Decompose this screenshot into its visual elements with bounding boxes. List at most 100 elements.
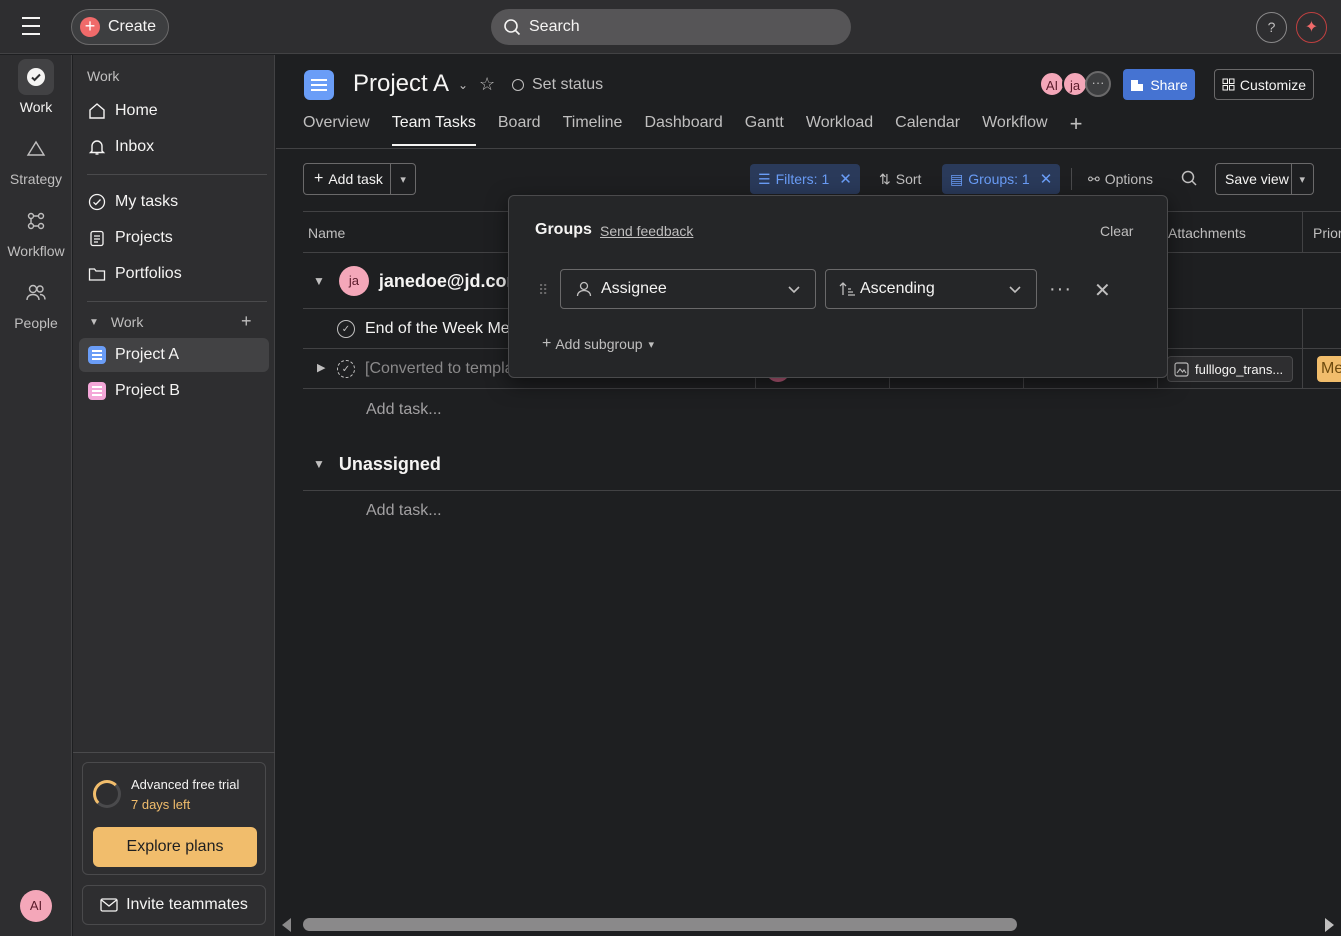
star-icon[interactable]: ☆ [479, 74, 495, 95]
sort-button[interactable]: ⇅ Sort [871, 164, 929, 194]
customize-label: Customize [1239, 76, 1307, 93]
customize-button[interactable]: Customize [1214, 69, 1314, 100]
avatar[interactable]: AI [20, 890, 52, 922]
sidebar-item-project-b[interactable]: Project B [79, 374, 269, 408]
rail-item-strategy[interactable]: Strategy [0, 131, 72, 187]
tab-workflow[interactable]: Workflow [982, 114, 1048, 148]
column-header-priority[interactable]: Prior [1313, 225, 1341, 241]
share-button[interactable]: Share [1123, 69, 1195, 100]
add-task-inline[interactable]: Add task... [366, 401, 442, 419]
page-title[interactable]: Project A [353, 70, 449, 98]
scrollbar-thumb[interactable] [303, 918, 1017, 931]
group-field-select[interactable]: Assignee [560, 269, 816, 309]
add-project-icon[interactable]: + [241, 311, 252, 332]
check-circle-icon [18, 59, 54, 95]
sidebar-item-inbox[interactable]: Inbox [79, 130, 269, 164]
search-icon[interactable] [1181, 170, 1198, 190]
caret-right-icon[interactable]: ▶ [317, 361, 325, 374]
drag-handle-icon[interactable]: ⠿ [538, 282, 548, 299]
group-title: janedoe@jd.cor [378, 270, 514, 291]
send-feedback-link[interactable]: Send feedback [600, 223, 693, 239]
close-icon[interactable]: ✕ [839, 170, 852, 188]
grid-icon [1222, 78, 1235, 91]
attachment-chip[interactable]: fulllogo_trans... [1167, 356, 1293, 382]
save-view-button[interactable]: Save view [1216, 164, 1292, 194]
work-group-label: Work [110, 314, 144, 330]
divider [87, 301, 267, 302]
options-button[interactable]: ⚯ Options [1080, 164, 1161, 194]
horizontal-scrollbar[interactable] [276, 913, 1341, 936]
image-icon [1174, 361, 1189, 377]
rail-label: Workflow [7, 243, 65, 259]
rail-item-workflow[interactable]: Workflow [0, 203, 72, 259]
task-name[interactable]: End of the Week Mee [365, 320, 519, 338]
scroll-left-icon[interactable] [282, 918, 291, 932]
group-header[interactable]: ▼ ja janedoe@jd.cor [303, 254, 513, 308]
close-icon[interactable]: ✕ [1040, 170, 1053, 188]
tab-timeline[interactable]: Timeline [563, 114, 623, 148]
task-name[interactable]: [Converted to templa [365, 360, 514, 378]
group-order-select[interactable]: Ascending [825, 269, 1037, 309]
sidebar-item-projects[interactable]: Projects [79, 221, 269, 255]
rail-item-people[interactable]: People [0, 275, 72, 331]
add-tab-icon[interactable]: + [1070, 113, 1083, 148]
triangle-icon [18, 131, 54, 167]
tab-dashboard[interactable]: Dashboard [644, 114, 722, 148]
tab-workload[interactable]: Workload [806, 114, 873, 148]
template-check-icon[interactable]: ✓ [337, 360, 355, 378]
chevron-down-icon[interactable]: ▾ [391, 173, 415, 186]
add-task-button[interactable]: + Add task [304, 164, 392, 194]
search-input[interactable]: Search [491, 9, 851, 45]
workflow-icon [18, 203, 54, 239]
project-icon[interactable] [304, 70, 334, 100]
explore-plans-button[interactable]: Explore plans [93, 827, 257, 867]
menu-icon[interactable] [22, 17, 50, 37]
set-status-button[interactable]: Set status [512, 76, 603, 94]
column-header-name[interactable]: Name [308, 225, 345, 241]
sidebar-item-portfolios[interactable]: Portfolios [79, 257, 269, 291]
top-bar: + Create Search ? ✦ [0, 0, 1341, 54]
groups-chip[interactable]: ▤ Groups: 1 ✕ [942, 164, 1061, 194]
add-subgroup-button[interactable]: + Add subgroup ▾ [542, 335, 654, 353]
plus-icon: + [314, 170, 324, 187]
group-header[interactable]: ▼ Unassigned [303, 437, 441, 491]
add-task-label: Add task [328, 171, 383, 187]
scroll-right-icon[interactable] [1325, 918, 1334, 932]
check-circle-icon[interactable]: ✓ [337, 320, 355, 338]
more-options-icon[interactable]: ··· [1049, 278, 1072, 301]
help-button[interactable]: ? [1256, 12, 1287, 43]
chevron-down-icon[interactable]: ▾ [1292, 173, 1314, 186]
chevron-down-icon [787, 282, 801, 301]
tab-calendar[interactable]: Calendar [895, 114, 960, 148]
trial-title: Advanced free trial [131, 777, 240, 792]
building-icon [1131, 79, 1144, 91]
divider [73, 752, 275, 753]
sidebar-item-home[interactable]: Home [79, 94, 269, 128]
chevron-down-icon [1008, 282, 1022, 301]
work-group-toggle[interactable]: ▼ Work [89, 314, 143, 330]
sparkle-icon[interactable]: ✦ [1296, 12, 1327, 43]
chevron-down-icon[interactable]: ⌄ [458, 78, 468, 92]
more-members-icon[interactable]: ··· [1085, 71, 1111, 97]
tab-team-tasks[interactable]: Team Tasks [391, 114, 477, 148]
rail-item-work[interactable]: Work [0, 59, 72, 115]
sidebar-item-project-a[interactable]: Project A [79, 338, 269, 372]
add-task-inline[interactable]: Add task... [366, 502, 442, 520]
clear-button[interactable]: Clear [1100, 223, 1133, 239]
close-icon[interactable]: ✕ [1094, 278, 1111, 303]
invite-teammates-button[interactable]: Invite teammates [82, 885, 266, 925]
filter-icon: ☰ [758, 170, 771, 187]
divider [303, 490, 1341, 491]
tab-board[interactable]: Board [498, 114, 541, 148]
sort-label: Sort [895, 171, 922, 187]
tab-gantt[interactable]: Gantt [745, 114, 784, 148]
create-button[interactable]: + Create [71, 9, 169, 45]
home-icon [87, 101, 107, 121]
column-header-attachments[interactable]: Attachments [1168, 225, 1246, 241]
sidebar-item-my-tasks[interactable]: My tasks [79, 185, 269, 219]
tab-overview[interactable]: Overview [303, 114, 370, 148]
attachment-name: fulllogo_trans... [1195, 361, 1284, 377]
priority-badge[interactable]: Me [1317, 356, 1341, 382]
popover-title: Groups [535, 221, 592, 238]
filters-chip[interactable]: ☰ Filters: 1 ✕ [750, 164, 860, 194]
